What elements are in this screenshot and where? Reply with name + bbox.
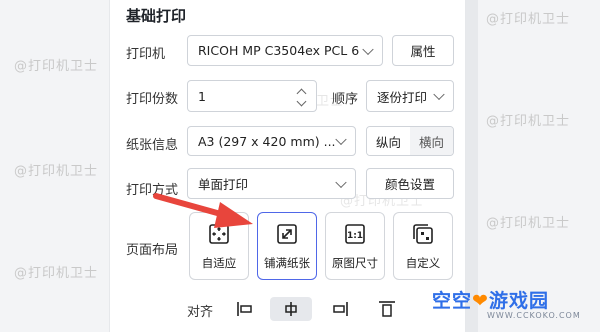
page-layout-label: 页面布局 <box>126 243 179 258</box>
order-label: 顺序 <box>332 92 359 107</box>
align-top-button[interactable] <box>372 297 402 321</box>
copies-value: 1 <box>198 88 206 104</box>
printer-select[interactable]: RICOH MP C3504ex PCL 6 <box>187 35 383 66</box>
original-size-icon: 1:1 <box>345 224 365 244</box>
align-top-icon <box>379 301 395 317</box>
paper-label: 纸张信息 <box>126 138 179 153</box>
copies-stepper[interactable]: 1 <box>187 80 317 112</box>
portrait-option[interactable]: 纵向 <box>367 127 410 155</box>
svg-text:1:1: 1:1 <box>347 231 363 241</box>
watermark: @打印机卫士 <box>486 216 571 231</box>
order-value: 逐份打印 <box>377 89 428 105</box>
watermark: @打印机卫士 <box>14 266 99 281</box>
watermark: @打印机卫士 <box>14 59 99 74</box>
scrollbar-track[interactable] <box>466 0 478 332</box>
logo-text-b: 游戏园 <box>488 290 549 312</box>
arrow-annotation <box>153 193 253 228</box>
color-settings-button[interactable]: 颜色设置 <box>366 168 454 199</box>
layout-option-fill[interactable]: 铺满纸张 <box>257 212 317 280</box>
landscape-option[interactable]: 横向 <box>410 127 453 155</box>
layout-option-label: 自定义 <box>405 256 441 270</box>
watermark: @打印机卫士 <box>14 164 99 179</box>
printer-properties-button[interactable]: 属性 <box>392 35 454 66</box>
copies-label: 打印份数 <box>126 92 179 107</box>
custom-icon <box>413 224 433 244</box>
order-select[interactable]: 逐份打印 <box>366 80 454 112</box>
watermark: @打印机卫士 <box>486 114 571 129</box>
site-logo: 空空❤游戏园 WWW.CCKOKO.COM <box>432 286 581 320</box>
paper-select[interactable]: A3 (297 x 420 mm) ... <box>187 126 356 156</box>
layout-option-custom[interactable]: 自定义 <box>393 212 453 280</box>
printer-label: 打印机 <box>126 47 166 62</box>
align-left-icon <box>237 302 252 316</box>
chevron-down-icon <box>433 88 445 101</box>
align-label: 对齐 <box>187 305 214 320</box>
chevron-down-icon <box>335 133 347 146</box>
align-right-button[interactable] <box>325 297 355 321</box>
align-left-button[interactable] <box>230 297 260 321</box>
orientation-toggle: 纵向 横向 <box>366 126 454 156</box>
logo-url: WWW.CCKOKO.COM <box>487 311 581 320</box>
layout-option-original[interactable]: 1:1 原图尺寸 <box>325 212 385 280</box>
section-title: 基础打印 <box>126 7 187 25</box>
align-right-icon <box>333 302 348 316</box>
logo-text-a: 空空 <box>432 290 473 312</box>
fill-expand-icon <box>277 224 297 244</box>
align-center-icon <box>285 302 297 316</box>
stepper-arrows-icon[interactable] <box>296 87 307 107</box>
chevron-down-icon <box>335 176 347 188</box>
printer-value: RICOH MP C3504ex PCL 6 <box>198 43 360 58</box>
watermark: @打印机卫士 <box>486 12 571 27</box>
layout-option-label: 自适应 <box>201 256 237 270</box>
chevron-down-icon <box>362 43 374 55</box>
layout-option-label: 原图尺寸 <box>332 256 378 270</box>
logo-mark-icon: ❤ <box>472 290 489 312</box>
paper-value: A3 (297 x 420 mm) ... <box>198 133 336 149</box>
align-center-button[interactable] <box>270 297 312 321</box>
layout-option-label: 铺满纸张 <box>264 256 310 270</box>
